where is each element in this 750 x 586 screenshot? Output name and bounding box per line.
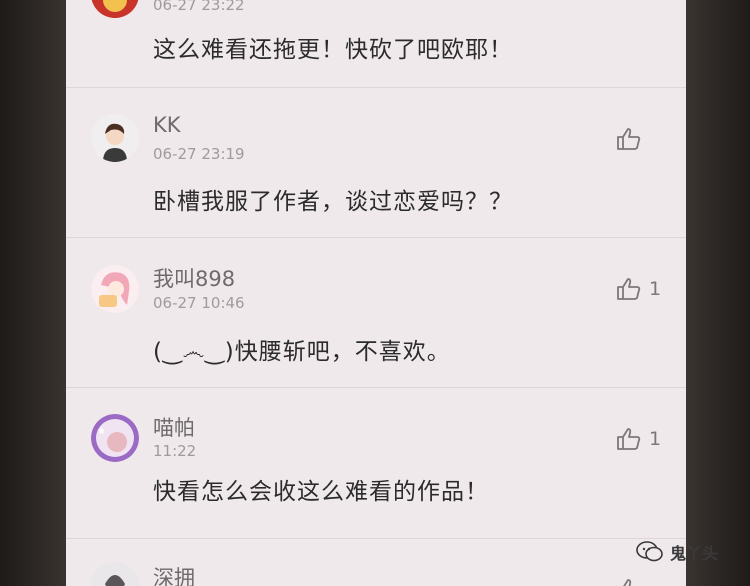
comment-text: 卧槽我服了作者，谈过恋爱吗？？ [153, 189, 513, 215]
comment-text: (‿෴‿)快腰斩吧，不喜欢。 [153, 339, 451, 365]
svg-text:★: ★ [97, 426, 106, 437]
avatar[interactable] [91, 114, 139, 162]
divider [66, 237, 686, 238]
background-right [686, 0, 750, 586]
comment-time: 06-27 23:19 [153, 145, 245, 163]
comment-time: 06-27 23:22 [153, 0, 245, 14]
thumbs-up-icon[interactable] [616, 427, 642, 451]
comment-text: 这么难看还拖更！快砍了吧欧耶！ [153, 37, 513, 63]
divider [66, 538, 686, 539]
comment-username[interactable]: 深拥 [153, 562, 195, 586]
thumbs-up-icon[interactable] [616, 578, 642, 586]
thumbs-up-icon[interactable] [616, 127, 642, 151]
avatar[interactable] [91, 265, 139, 313]
comment-username[interactable]: 喵帕 [153, 412, 195, 442]
comment-time: 11:22 [153, 442, 197, 460]
watermark-text: 鬼丫头 [670, 544, 719, 563]
divider [66, 387, 686, 388]
comment-username[interactable]: KK [153, 113, 181, 137]
divider [66, 87, 686, 88]
avatar[interactable] [91, 562, 139, 586]
avatar[interactable]: ★ [91, 414, 139, 462]
like-count: 1 [649, 278, 662, 300]
comment-text: 快看怎么会收这么难看的作品！ [153, 479, 489, 505]
comment-time: 06-27 10:46 [153, 294, 245, 312]
background-left [0, 0, 66, 586]
like-count: 1 [649, 428, 662, 450]
thumbs-up-icon[interactable] [616, 277, 642, 301]
comment-username[interactable]: 我叫898 [153, 263, 235, 293]
wechat-icon [636, 541, 663, 562]
comment-list[interactable]: 06-27 23:22 这么难看还拖更！快砍了吧欧耶！ KK 06-27 23:… [66, 0, 686, 586]
watermark: 鬼丫头 [636, 540, 718, 564]
avatar[interactable] [91, 0, 139, 18]
